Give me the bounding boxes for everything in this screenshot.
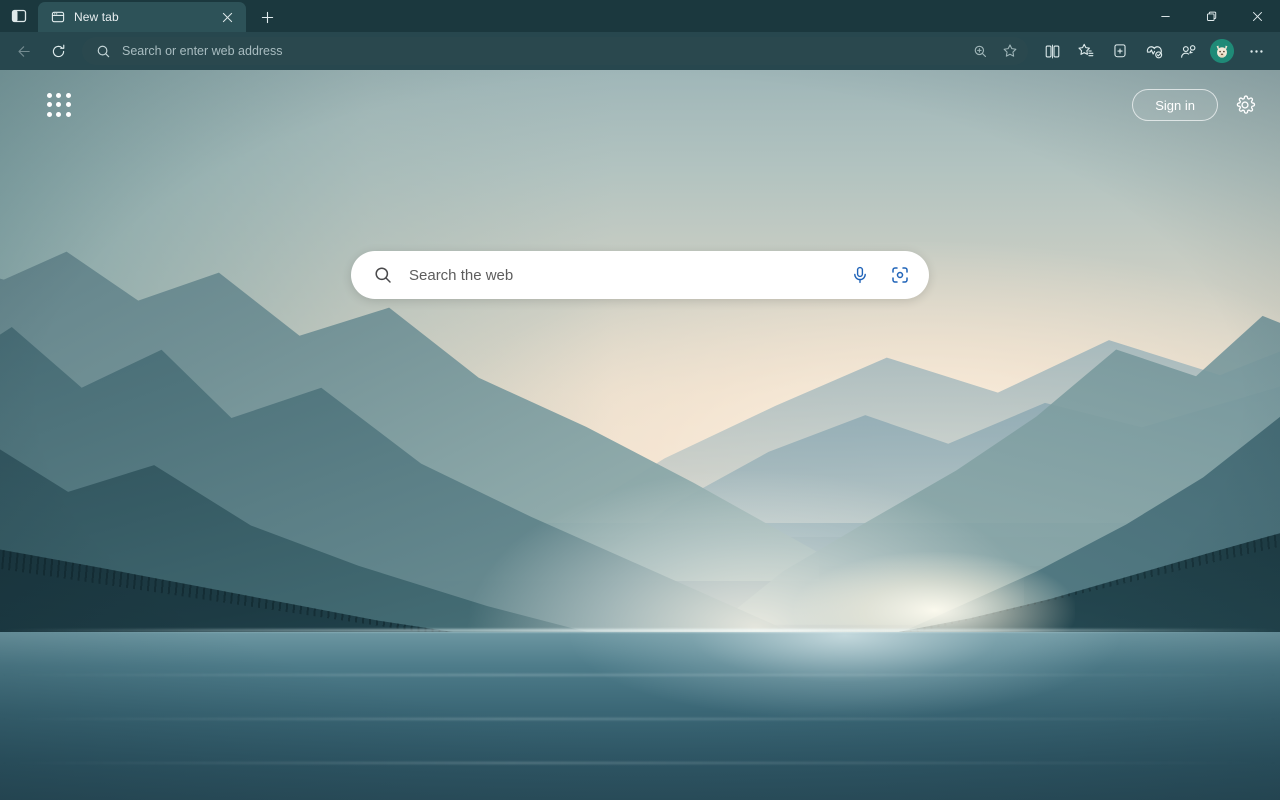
tab-new-tab[interactable]: New tab [38, 2, 246, 32]
close-window-icon[interactable] [1234, 0, 1280, 32]
launcher-dot [56, 102, 62, 108]
zoom-icon[interactable] [966, 39, 994, 63]
launcher-dot [47, 102, 52, 108]
split-screen-icon[interactable] [1036, 36, 1068, 66]
app-launcher-icon[interactable] [42, 88, 76, 122]
window-controls [1142, 0, 1280, 32]
tab-title: New tab [74, 10, 119, 24]
close-icon[interactable] [216, 6, 238, 28]
favorite-star-icon[interactable] [996, 39, 1024, 63]
page-topbar: Sign in [0, 70, 1280, 140]
search-icon [92, 44, 114, 59]
lake-streak [0, 673, 1280, 676]
search-input[interactable] [395, 266, 845, 284]
launcher-dot [47, 93, 52, 98]
new-tab-page: Sign in [0, 70, 1280, 800]
new-tab-button[interactable] [252, 2, 282, 32]
browser-window: New tab Search or enter web address Sign… [0, 0, 1280, 800]
copilot-icon[interactable] [1172, 36, 1204, 66]
minimize-icon[interactable] [1142, 0, 1188, 32]
lake-layer [0, 632, 1280, 800]
tab-strip: New tab [0, 0, 1280, 32]
tabs-area: New tab [38, 0, 282, 32]
visual-search-icon[interactable] [885, 260, 915, 290]
gear-icon[interactable] [1232, 92, 1258, 118]
settings-and-more-icon[interactable] [1240, 36, 1272, 66]
search-icon [371, 265, 395, 285]
lake-shore-highlight [0, 629, 1280, 633]
web-search-box[interactable] [351, 251, 929, 299]
address-bar-actions [966, 39, 1024, 63]
refresh-icon[interactable] [42, 36, 74, 66]
launcher-dot [47, 111, 52, 117]
launcher-dot [65, 93, 71, 98]
sign-in-button[interactable]: Sign in [1132, 89, 1218, 121]
collections-icon[interactable] [1104, 36, 1136, 66]
tab-actions-menu-icon[interactable] [0, 0, 38, 32]
back-icon[interactable] [8, 36, 40, 66]
browser-essentials-icon[interactable] [1138, 36, 1170, 66]
search-actions [845, 260, 915, 290]
launcher-dot [56, 93, 62, 98]
page-topbar-right: Sign in [1132, 89, 1258, 121]
microphone-icon[interactable] [845, 260, 875, 290]
wallpaper-image [0, 70, 1280, 800]
lake-streak [0, 717, 1280, 720]
launcher-dot [56, 111, 62, 117]
lake-streak [0, 761, 1280, 764]
favorites-icon[interactable] [1070, 36, 1102, 66]
browser-toolbar [0, 32, 1280, 70]
search-area [0, 251, 1280, 299]
address-bar[interactable] [82, 37, 1028, 65]
new-tab-page-icon [50, 9, 66, 25]
launcher-dot [65, 102, 71, 108]
avatar[interactable] [1210, 39, 1234, 63]
launcher-dot [65, 111, 71, 117]
maximize-icon[interactable] [1188, 0, 1234, 32]
address-input[interactable] [114, 44, 966, 58]
